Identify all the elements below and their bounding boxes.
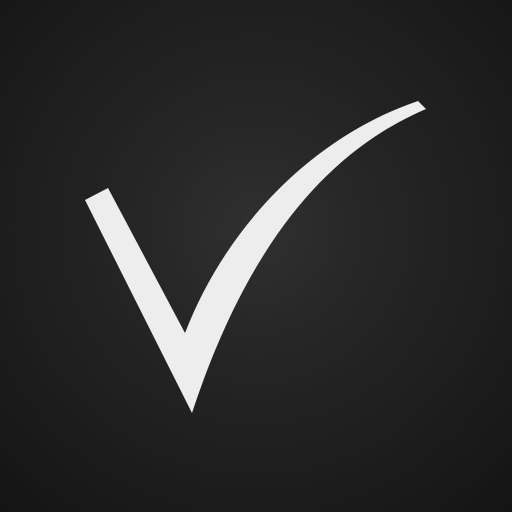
checkmark-icon xyxy=(85,101,426,413)
app-icon xyxy=(0,0,512,512)
